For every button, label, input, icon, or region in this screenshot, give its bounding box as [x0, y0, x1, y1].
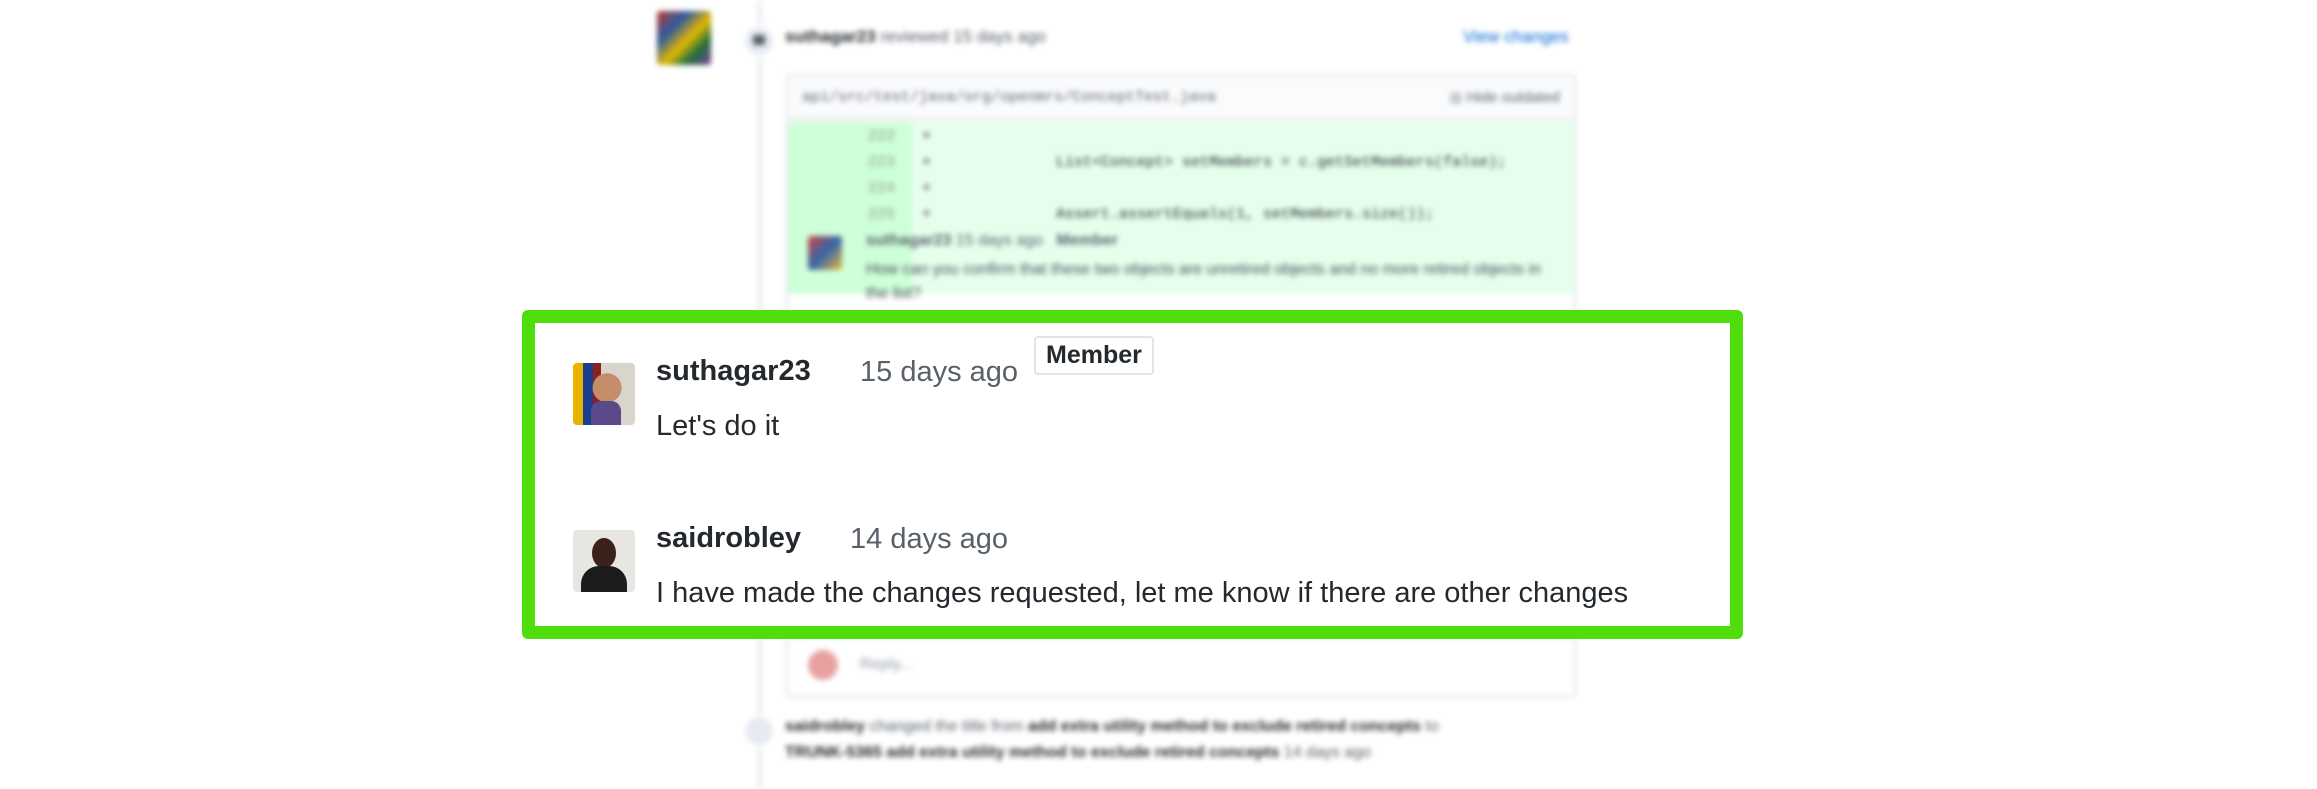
comment-body: I have made the changes requested, let m…: [656, 577, 1629, 609]
comment-time[interactable]: 15 days ago: [860, 356, 1018, 389]
event-user[interactable]: saidrobley: [785, 718, 865, 735]
file-header: api/src/test/java/org/openmrs/ConceptTes…: [788, 76, 1574, 120]
title-change-event-cont: TRUNK-5365 add extra utility method to e…: [785, 744, 1371, 761]
title-change-event: saidrobley changed the title from add ex…: [785, 718, 1439, 735]
event-time[interactable]: 14 days ago: [1284, 744, 1371, 761]
avatar[interactable]: [573, 363, 635, 425]
review-eye-icon: [742, 24, 776, 58]
comment-author[interactable]: suthagar23: [656, 355, 811, 388]
avatar[interactable]: [573, 530, 635, 592]
member-badge: Member: [1034, 336, 1154, 375]
inline-comment-body: How can you confirm that these two objec…: [866, 261, 1542, 302]
inline-comment-time[interactable]: 15 days ago: [956, 232, 1043, 249]
reply-row[interactable]: Reply...: [788, 636, 1574, 694]
diff-line: 224 +: [868, 180, 932, 197]
inline-comment-author[interactable]: suthagar23: [866, 232, 951, 249]
file-path[interactable]: api/src/test/java/org/openmrs/ConceptTes…: [802, 89, 1216, 106]
comment-body: Let's do it: [656, 410, 780, 442]
review-user[interactable]: suthagar23: [785, 27, 876, 46]
pencil-icon: [742, 714, 776, 748]
review-action: reviewed: [880, 27, 949, 46]
diff-line: 222 +: [868, 128, 932, 145]
hide-outdated-button[interactable]: ◎ Hide outdated: [1449, 76, 1560, 120]
diff-line: 225 + Assert.assertEquals(1, setMembers.si…: [868, 206, 1435, 223]
diff-line: 223 + List<Concept> setMembers = c.getSetM…: [868, 154, 1507, 171]
inline-comment-meta: suthagar23 15 days ago Member: [866, 232, 1118, 250]
comment-author[interactable]: saidrobley: [656, 522, 801, 555]
inline-comment-badge: Member: [1056, 232, 1118, 249]
inline-comment-avatar[interactable]: [808, 236, 842, 270]
view-changes-link[interactable]: View changes: [1463, 27, 1569, 47]
reviewer-avatar[interactable]: [657, 11, 711, 65]
reply-input[interactable]: Reply...: [860, 656, 913, 674]
reply-avatar: [808, 650, 838, 680]
review-time[interactable]: 15 days ago: [953, 27, 1046, 46]
comment-time[interactable]: 14 days ago: [850, 523, 1008, 556]
review-header: suthagar23 reviewed 15 days ago: [785, 27, 1046, 47]
